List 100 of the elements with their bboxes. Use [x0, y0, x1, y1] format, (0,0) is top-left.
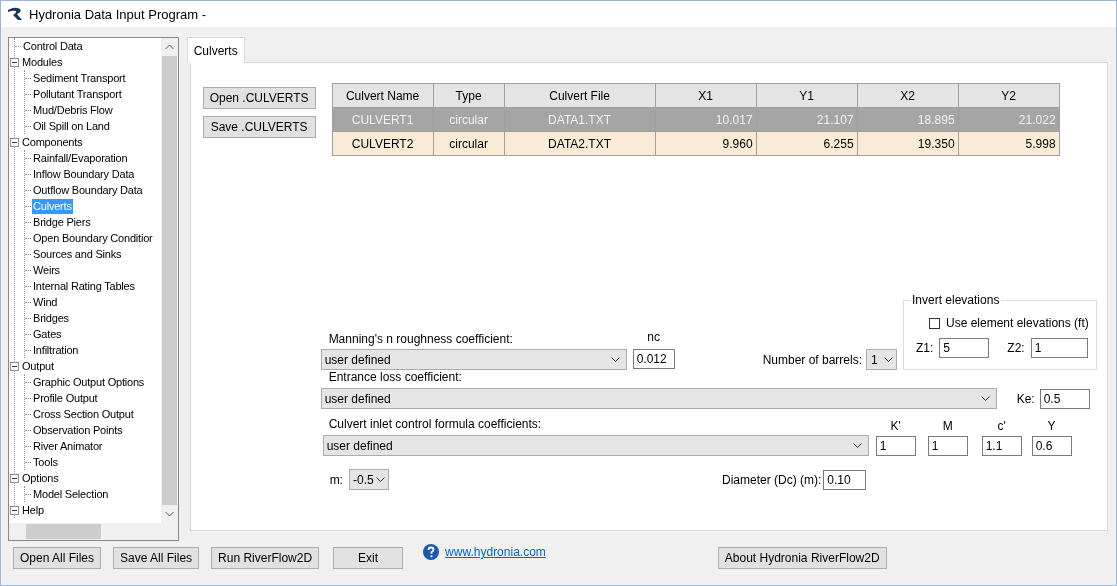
- input-field[interactable]: 1: [1030, 338, 1088, 358]
- action-button[interactable]: Exit: [333, 547, 404, 569]
- tree-item[interactable]: Control Data: [22, 38, 84, 54]
- tree-item[interactable]: Modules: [21, 54, 64, 70]
- tree-item[interactable]: Output: [21, 358, 55, 374]
- collapse-icon[interactable]: [10, 505, 19, 515]
- tree-item[interactable]: Inflow Boundary Data: [32, 166, 136, 182]
- action-button[interactable]: Run RiverFlow2D: [211, 547, 320, 569]
- table-cell: 21.022: [958, 107, 1060, 132]
- tree-item[interactable]: Bridges: [32, 310, 70, 326]
- window-title: Hydronia Data Input Program -: [29, 6, 207, 22]
- input-field[interactable]: 5: [939, 338, 990, 358]
- action-button[interactable]: Open All Files: [13, 547, 102, 569]
- field-label: Diameter (Dc) (m):: [721, 472, 822, 487]
- website-link[interactable]: www.hydronia.com: [445, 545, 546, 559]
- field-label: Culvert inlet control formula coefficients:: [328, 417, 543, 431]
- column-header: Y2: [958, 83, 1060, 108]
- caret-icon: [980, 395, 990, 402]
- column-header: Culvert File: [504, 83, 656, 108]
- input-field[interactable]: 0.6: [1031, 436, 1072, 456]
- table-cell: DATA1.TXT: [504, 107, 656, 132]
- help-icon: [423, 544, 440, 560]
- column-header: Y1: [756, 83, 858, 108]
- input-field[interactable]: 1: [927, 436, 968, 456]
- tree-item[interactable]: Sediment Transport: [32, 70, 127, 86]
- caret-icon: [610, 356, 620, 363]
- collapse-icon[interactable]: [10, 137, 19, 147]
- tree-item[interactable]: Open Boundary Conditior: [32, 230, 154, 246]
- tree-item[interactable]: River Animator: [32, 438, 104, 454]
- tree-item[interactable]: Outflow Boundary Data: [32, 182, 144, 198]
- field-label: Manning's n roughness coefficient:: [328, 332, 514, 346]
- file-button[interactable]: Open .CULVERTS: [202, 87, 316, 109]
- tree-item[interactable]: Cross Section Output: [32, 406, 135, 422]
- file-button[interactable]: Save .CULVERTS: [202, 116, 316, 138]
- table-cell: 10.017: [655, 107, 757, 132]
- action-button[interactable]: Save All Files: [113, 547, 200, 569]
- field-label: m:: [329, 472, 343, 487]
- field-label: M: [942, 419, 953, 433]
- table-cell: 9.960: [655, 131, 757, 156]
- checkbox-label: Use element elevations (ft): [946, 316, 1089, 330]
- input-field[interactable]: 1.1: [981, 436, 1022, 456]
- tree-item[interactable]: Infiltration: [32, 342, 80, 358]
- tree-item[interactable]: Observation Points: [32, 422, 124, 438]
- dropdown[interactable]: user defined: [320, 349, 627, 370]
- input-field[interactable]: 1: [875, 436, 916, 456]
- field-label: K': [890, 419, 901, 433]
- tree-item[interactable]: Options: [21, 470, 60, 486]
- field-label: Entrance loss coefficient:: [328, 370, 463, 384]
- input-field[interactable]: 0.5: [1039, 388, 1090, 409]
- tree-item[interactable]: Gates: [32, 326, 63, 342]
- tree-item[interactable]: Mud/Debris Flow: [32, 102, 114, 118]
- table-cell: CULVERT1: [332, 107, 434, 132]
- caret-icon: [375, 476, 385, 483]
- tree-item[interactable]: Tools: [32, 454, 59, 470]
- dropdown[interactable]: user defined: [320, 388, 997, 409]
- column-header: Culvert Name: [332, 83, 434, 108]
- logo-icon: [7, 7, 23, 21]
- tree-item[interactable]: Graphic Output Options: [32, 374, 146, 390]
- collapse-icon[interactable]: [10, 473, 19, 483]
- tree-item[interactable]: Sources and Sinks: [32, 246, 123, 262]
- checkbox[interactable]: [929, 317, 940, 329]
- tree-item[interactable]: Profile Output: [32, 390, 99, 406]
- caret-icon: [852, 442, 862, 449]
- dropdown[interactable]: user defined: [322, 435, 869, 456]
- table-cell: DATA2.TXT: [504, 131, 656, 156]
- field-label: Z1:: [916, 341, 934, 355]
- column-header: Type: [433, 83, 505, 108]
- field-label: c': [997, 419, 1006, 433]
- table-cell: 21.107: [756, 107, 858, 132]
- dropdown[interactable]: 1: [866, 349, 897, 370]
- caret-icon: [884, 356, 893, 363]
- field-label: nc: [646, 330, 661, 344]
- tree-item[interactable]: Rainfall/Evaporation: [32, 150, 129, 166]
- tree-item[interactable]: Components: [21, 134, 84, 150]
- table-cell: CULVERT2: [332, 131, 434, 156]
- input-field[interactable]: 0.012: [632, 349, 675, 369]
- column-header: X1: [655, 83, 757, 108]
- collapse-icon[interactable]: [10, 57, 19, 67]
- tree-item[interactable]: Internal Rating Tables: [32, 278, 136, 294]
- tree-item[interactable]: Model Selection: [32, 486, 110, 502]
- tab[interactable]: Culverts: [186, 37, 245, 63]
- field-label: Y: [1047, 419, 1056, 433]
- group-title: Invert elevations: [910, 293, 1002, 307]
- table-cell: 6.255: [756, 131, 858, 156]
- horizontal-scrollbar[interactable]: [9, 523, 178, 540]
- tree-item[interactable]: Wind: [32, 294, 59, 310]
- tree-item[interactable]: Bridge Piers: [32, 214, 92, 230]
- table-cell: 19.350: [857, 131, 959, 156]
- about-button[interactable]: About Hydronia RiverFlow2D: [717, 547, 887, 569]
- dropdown[interactable]: -0.5: [348, 469, 389, 490]
- tree-item[interactable]: Weirs: [32, 262, 61, 278]
- field-label: Z2:: [1007, 341, 1025, 355]
- tree-item[interactable]: Help: [21, 502, 45, 518]
- tree-item[interactable]: Pollutant Transport: [32, 86, 123, 102]
- column-header: X2: [857, 83, 959, 108]
- collapse-icon[interactable]: [10, 361, 19, 371]
- input-field[interactable]: 0.10: [823, 469, 867, 490]
- table-cell: 18.895: [857, 107, 959, 132]
- tree-item[interactable]: Oil Spill on Land: [32, 118, 111, 134]
- field-label: Number of barrels:: [762, 353, 862, 367]
